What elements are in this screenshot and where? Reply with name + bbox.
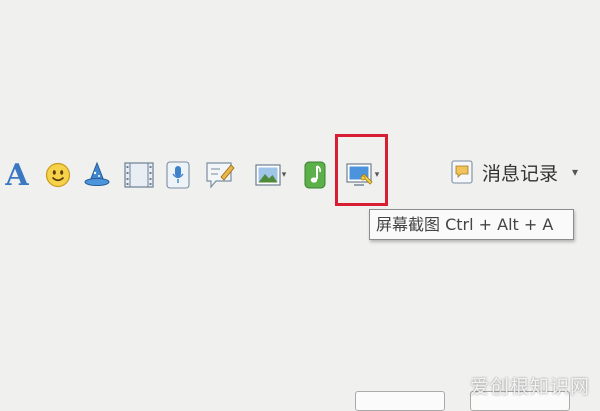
note-icon[interactable] — [204, 140, 236, 210]
watermark: 爱创根知识网 — [469, 376, 590, 398]
chevron-down-icon[interactable]: ▾ — [572, 165, 578, 179]
font-icon[interactable]: A — [2, 140, 32, 210]
film-strip-icon[interactable] — [122, 140, 156, 210]
message-history-label: 消息记录 — [482, 162, 559, 185]
message-history-button[interactable]: 消息记录 ▾ — [450, 150, 578, 194]
close-button[interactable] — [355, 391, 445, 411]
magic-hat-icon[interactable] — [82, 140, 112, 210]
chat-history-icon — [451, 160, 473, 184]
image-button[interactable]: ▾ — [248, 140, 292, 210]
music-icon[interactable] — [302, 140, 328, 210]
chevron-down-icon[interactable]: ▾ — [282, 170, 287, 180]
emoji-icon[interactable] — [44, 140, 72, 210]
screenshot-highlight-box — [335, 134, 388, 206]
screenshot-tooltip: 屏幕截图 Ctrl + Alt + A — [369, 209, 574, 240]
image-icon — [255, 164, 281, 186]
microphone-icon[interactable] — [164, 140, 192, 210]
